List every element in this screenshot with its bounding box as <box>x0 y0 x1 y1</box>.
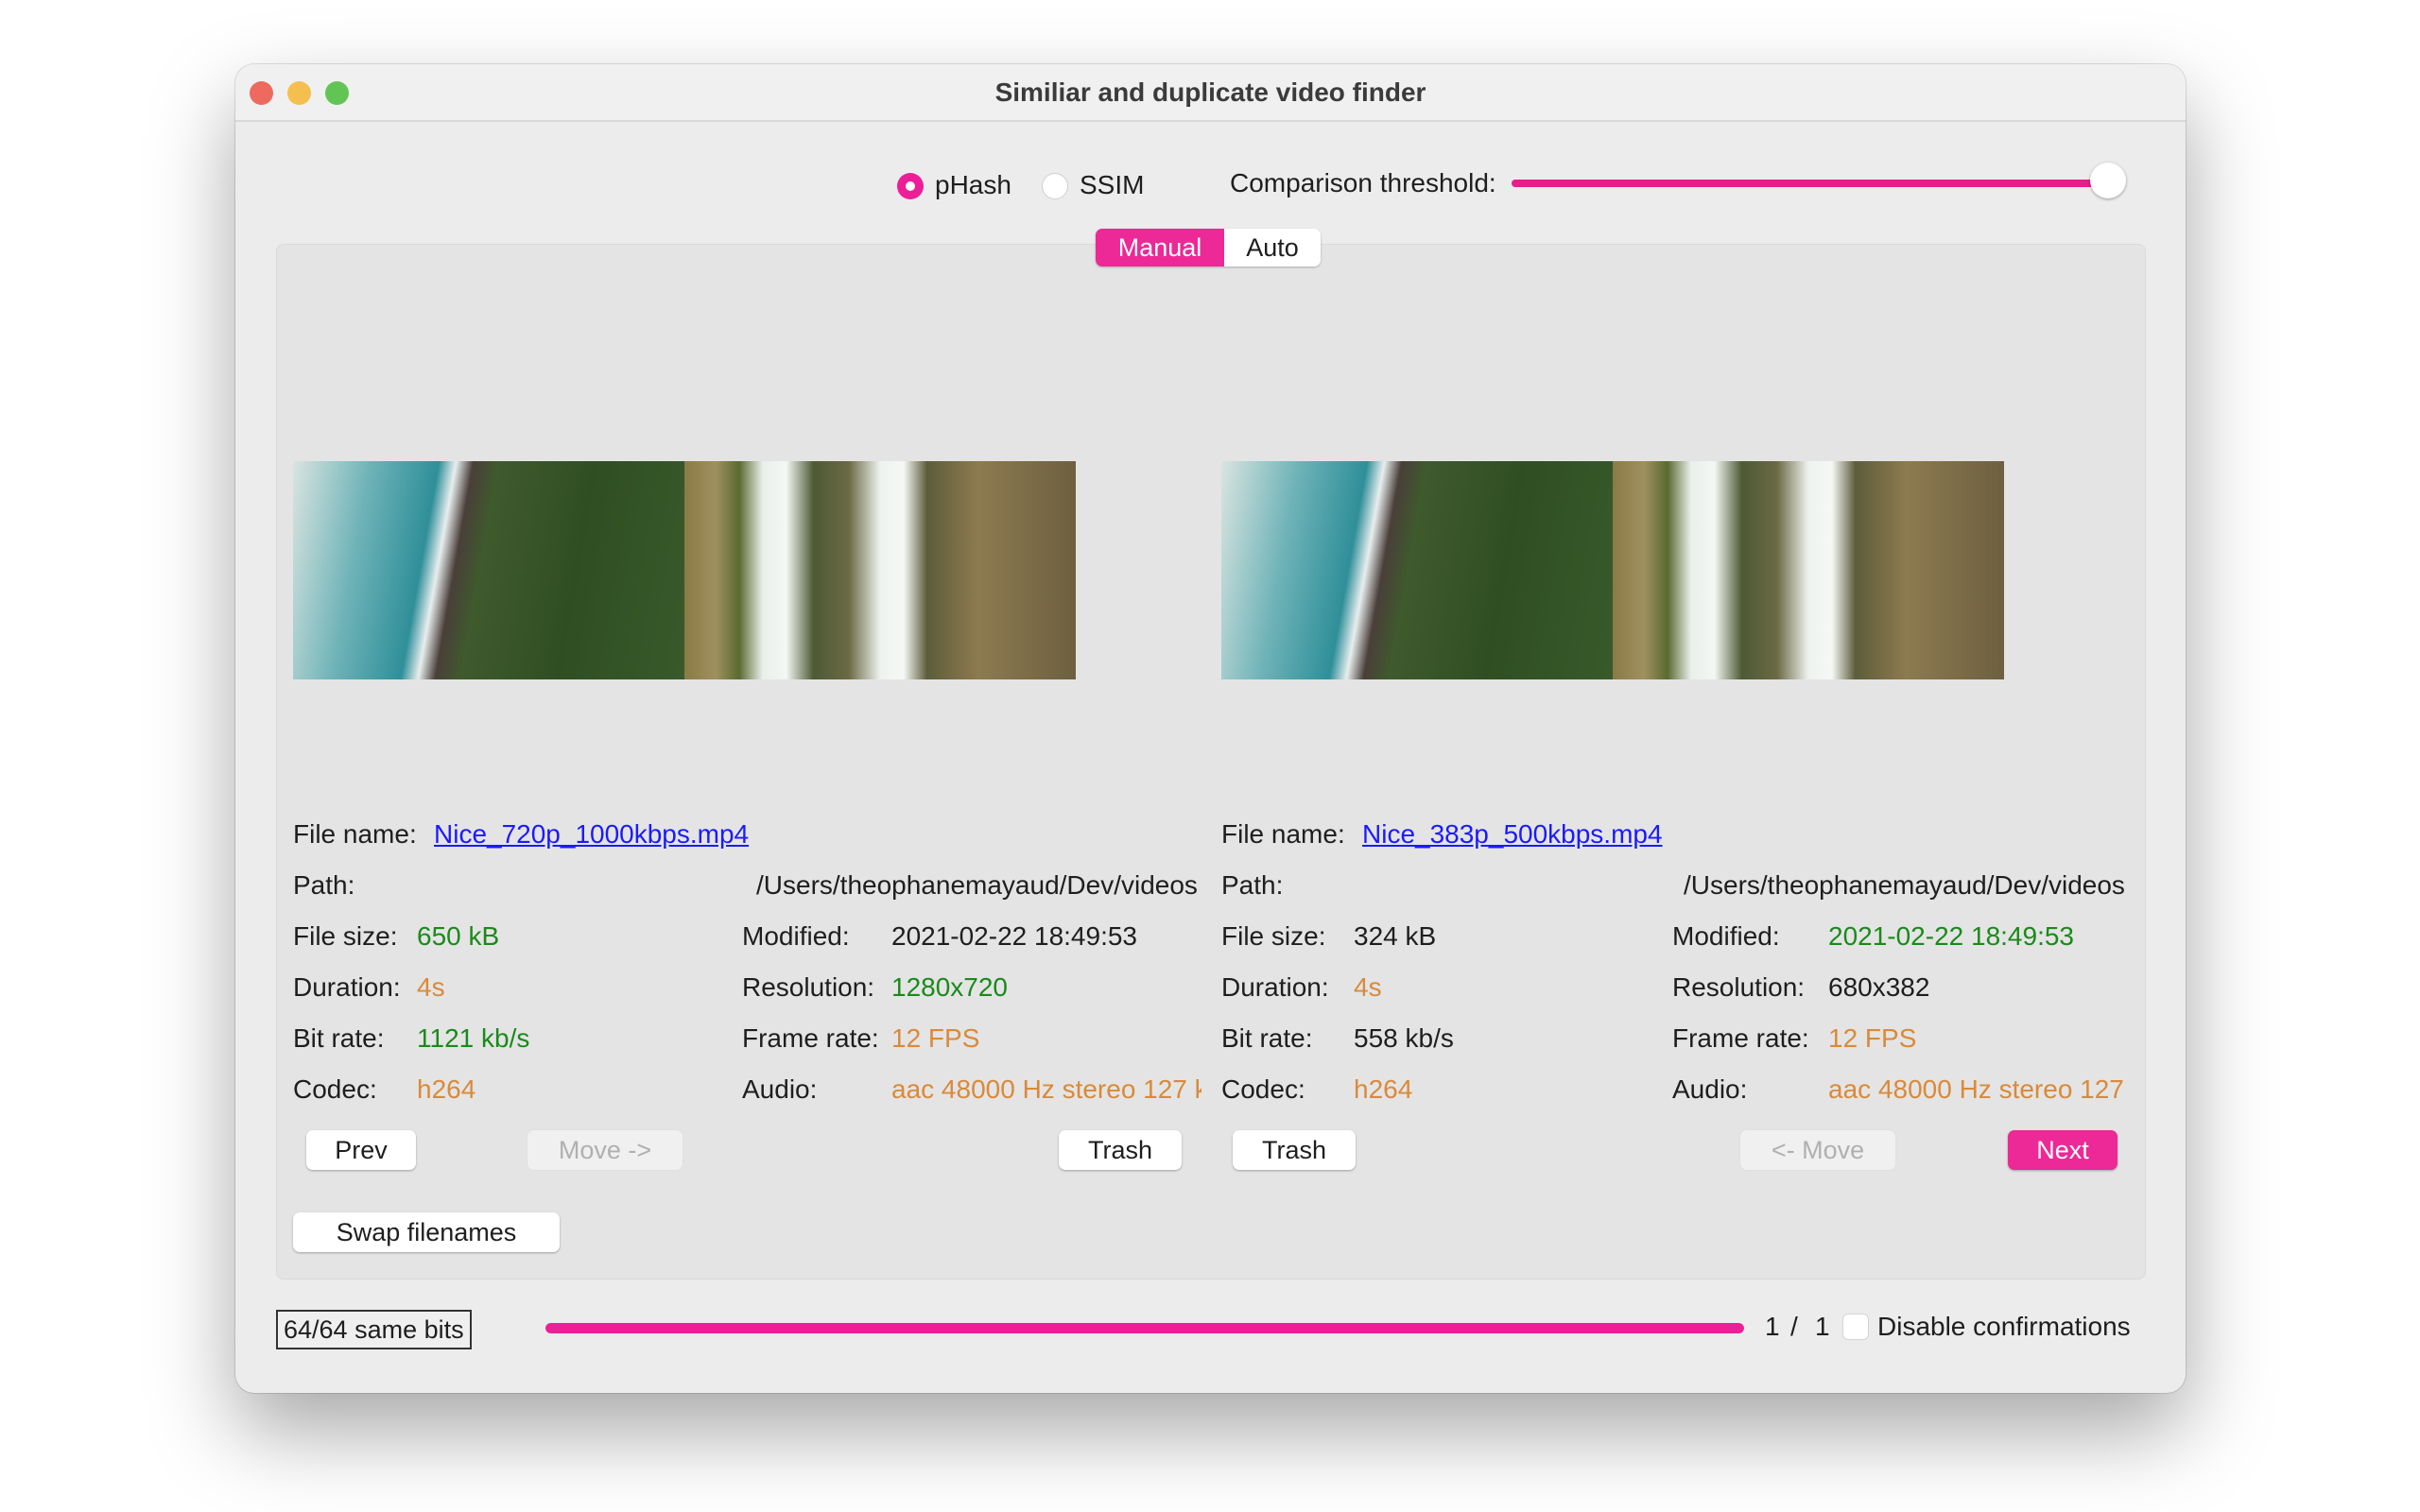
title-bar: Similiar and duplicate video finder <box>235 64 2186 122</box>
left-file-name-label: File name: <box>293 819 417 849</box>
left-video-thumbnail[interactable] <box>293 461 1076 679</box>
right-frame-rate-label: Frame rate: <box>1672 1023 1809 1053</box>
left-path-value: /Users/theophanemayaud/Dev/videos <box>756 870 1198 900</box>
right-audio-value: aac 48000 Hz stereo 127 <box>1828 1074 2124 1104</box>
left-resolution-value: 1280x720 <box>891 972 1009 1002</box>
right-audio-label: Audio: <box>1672 1074 1748 1104</box>
right-thumbnail-frame-1 <box>1221 461 1613 679</box>
right-path-value: /Users/theophanemayaud/Dev/videos <box>1684 870 2125 900</box>
same-bits-status: 64/64 same bits <box>276 1310 472 1349</box>
tab-manual[interactable]: Manual <box>1096 229 1224 266</box>
right-file-name-label: File name: <box>1221 819 1345 849</box>
left-frame-rate-value: 12 FPS <box>891 1023 980 1053</box>
left-thumbnail-frame-1 <box>293 461 684 679</box>
threshold-slider[interactable] <box>1512 163 2126 212</box>
progress-bar <box>545 1323 1744 1333</box>
right-modified-value: 2021-02-22 18:49:53 <box>1828 921 2074 951</box>
window-title: Similiar and duplicate video finder <box>994 77 1426 107</box>
right-trash-button[interactable]: Trash <box>1233 1130 1356 1170</box>
current-index: 1 <box>1765 1312 1780 1341</box>
right-resolution-value: 680x382 <box>1828 972 1930 1002</box>
right-bit-rate-label: Bit rate: <box>1221 1023 1313 1053</box>
left-codec-label: Codec: <box>293 1074 377 1104</box>
left-duration-value: 4s <box>417 972 445 1002</box>
total-count: 1 <box>1815 1312 1830 1341</box>
left-modified-label: Modified: <box>742 921 850 951</box>
left-thumbnail-frame-2 <box>684 461 1076 679</box>
phash-radio[interactable] <box>897 173 924 199</box>
right-modified-label: Modified: <box>1672 921 1780 951</box>
left-file-size-value: 650 kB <box>417 921 500 951</box>
left-resolution-label: Resolution: <box>742 972 875 1002</box>
right-file-size-label: File size: <box>1221 921 1326 951</box>
index-separator: / <box>1790 1312 1798 1341</box>
left-frame-rate-label: Frame rate: <box>742 1023 879 1053</box>
right-bit-rate-value: 558 kb/s <box>1354 1023 1454 1053</box>
right-codec-label: Codec: <box>1221 1074 1305 1104</box>
prev-button[interactable]: Prev <box>306 1130 416 1170</box>
left-file-size-label: File size: <box>293 921 398 951</box>
left-file-name-link[interactable]: Nice_720p_1000kbps.mp4 <box>434 819 749 850</box>
tab-auto[interactable]: Auto <box>1224 229 1321 266</box>
ssim-radio[interactable] <box>1042 173 1068 199</box>
threshold-label: Comparison threshold: <box>1230 168 1496 198</box>
disable-confirmations-label: Disable confirmations <box>1877 1312 2131 1341</box>
right-file-name-link[interactable]: Nice_383p_500kbps.mp4 <box>1362 819 1663 850</box>
app-window: Similiar and duplicate video finder pHas… <box>235 64 2186 1393</box>
left-duration-label: Duration: <box>293 972 401 1002</box>
progress-bar-fill <box>545 1323 1744 1333</box>
swap-filenames-button[interactable]: Swap filenames <box>293 1212 560 1252</box>
ssim-label: SSIM <box>1080 170 1145 199</box>
left-bit-rate-value: 1121 kb/s <box>417 1023 530 1053</box>
right-codec-value: h264 <box>1354 1074 1413 1104</box>
next-button[interactable]: Next <box>2008 1130 2118 1170</box>
right-video-thumbnail[interactable] <box>1221 461 2004 679</box>
right-path-label: Path: <box>1221 870 1284 900</box>
right-duration-label: Duration: <box>1221 972 1329 1002</box>
mode-segmented-control: Manual Auto <box>1096 229 1321 266</box>
right-thumbnail-frame-2 <box>1613 461 2004 679</box>
left-codec-value: h264 <box>417 1074 476 1104</box>
disable-confirmations-checkbox[interactable] <box>1842 1314 1869 1340</box>
right-resolution-label: Resolution: <box>1672 972 1806 1002</box>
phash-label: pHash <box>935 170 1011 199</box>
right-duration-value: 4s <box>1354 972 1382 1002</box>
left-trash-button[interactable]: Trash <box>1059 1130 1182 1170</box>
left-audio-label: Audio: <box>742 1074 818 1104</box>
right-file-size-value: 324 kB <box>1354 921 1437 951</box>
left-bit-rate-label: Bit rate: <box>293 1023 385 1053</box>
move-left-button[interactable]: <- Move <box>1740 1130 1895 1170</box>
right-frame-rate-value: 12 FPS <box>1828 1023 1917 1053</box>
left-audio-value: aac 48000 Hz stereo 127 k <box>891 1074 1201 1104</box>
left-path-label: Path: <box>293 870 355 900</box>
threshold-slider-track <box>1512 180 2108 187</box>
left-modified-value: 2021-02-22 18:49:53 <box>891 921 1137 951</box>
comparison-panel: File name: Nice_720p_1000kbps.mp4 Path: … <box>276 244 2146 1280</box>
threshold-slider-knob[interactable] <box>2090 163 2126 198</box>
move-right-button[interactable]: Move -> <box>527 1130 683 1170</box>
